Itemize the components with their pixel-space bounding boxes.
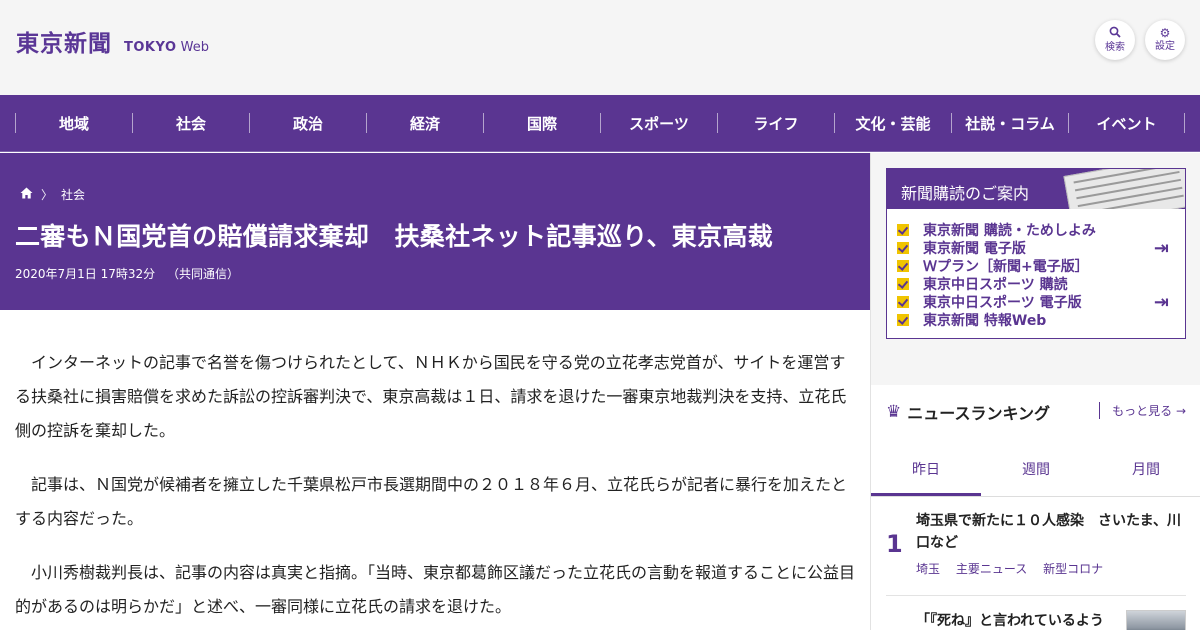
article-title: 二審もＮ国党首の賠償請求棄却 扶桑社ネット記事巡り、東京高裁	[15, 222, 774, 251]
rank-number: 1	[886, 530, 903, 558]
more-link[interactable]: もっと見る →	[1099, 402, 1186, 419]
tag-link[interactable]: 埼玉	[916, 562, 940, 576]
article-header: 〉 社会 二審もＮ国党首の賠償請求棄却 扶桑社ネット記事巡り、東京高裁 2020…	[0, 153, 870, 310]
breadcrumb: 〉 社会	[20, 186, 85, 203]
ranking-header: ♛ ニュースランキング	[886, 400, 1050, 424]
home-icon[interactable]	[20, 187, 33, 202]
subscription-header[interactable]: 新聞購読のご案内	[887, 169, 1185, 209]
nav-item-economy[interactable]: 経済	[366, 113, 483, 133]
breadcrumb-category[interactable]: 社会	[61, 186, 85, 203]
site-logo[interactable]: 東京新聞 TOKYO Web	[16, 24, 209, 58]
article-paragraph: 記事は、Ｎ国党が候補者を擁立した千葉県松戸市長選期間中の２０１８年６月、立花氏ら…	[15, 475, 848, 528]
nav-item-region[interactable]: 地域	[15, 113, 132, 133]
category-nav: 地域 社会 政治 経済 国際 スポーツ ライフ 文化・芸能 社説・コラム イベン…	[0, 95, 1200, 152]
login-icon[interactable]: ⇥	[1154, 238, 1169, 259]
nav-item-politics[interactable]: 政治	[249, 113, 366, 133]
subscription-box: 新聞購読のご案内 東京新聞 購読・ためしよみ 東京新聞 電子版 ⇥ Ｗプラン［新聞…	[886, 168, 1186, 339]
tag-link[interactable]: 新型コロナ	[1043, 562, 1103, 576]
gear-icon: ⚙	[1159, 26, 1171, 40]
arrow-right-icon: →	[1175, 404, 1186, 418]
nav-item-international[interactable]: 国際	[483, 113, 600, 133]
checkbox-icon	[897, 296, 909, 308]
site-header: 東京新聞 TOKYO Web 検索 ⚙ 設定	[0, 0, 1200, 95]
crown-icon: ♛	[886, 402, 902, 422]
article-date: 2020年7月1日 17時32分	[15, 267, 156, 281]
subscription-list: 東京新聞 購読・ためしよみ 東京新聞 電子版 ⇥ Ｗプラン［新聞+電子版］ 東京中…	[887, 209, 1185, 329]
settings-label: 設定	[1155, 41, 1175, 52]
chevron-right-icon: 〉	[41, 188, 54, 202]
logo-english: TOKYO Web	[124, 40, 209, 55]
nav-item-life[interactable]: ライフ	[717, 113, 834, 133]
login-icon[interactable]: ⇥	[1154, 292, 1169, 313]
nav-item-editorial[interactable]: 社説・コラム	[951, 113, 1068, 133]
checkbox-icon	[897, 278, 909, 290]
ranking-tabs: 昨日 週間 月間	[871, 445, 1200, 497]
search-label: 検索	[1105, 42, 1125, 53]
subscription-item[interactable]: 東京新聞 電子版 ⇥	[897, 238, 1185, 259]
settings-button[interactable]: ⚙ 設定	[1145, 20, 1185, 60]
search-icon	[1109, 26, 1121, 40]
nav-item-culture[interactable]: 文化・芸能	[834, 113, 951, 133]
news-ranking: ♛ ニュースランキング もっと見る → 昨日 週間 月間 1 埼玉県で新たに１０…	[871, 385, 1200, 630]
newspaper-image	[1063, 169, 1185, 209]
ranking-item-title[interactable]: 埼玉県で新たに１０人感染 さいたま、川口など	[916, 510, 1186, 554]
article-source: （共同通信）	[167, 267, 240, 281]
subscription-item[interactable]: 東京中日スポーツ 電子版 ⇥	[897, 292, 1185, 313]
article-paragraph: インターネットの記事で名誉を傷つけられたとして、ＮＨＫから国民を守る党の立花孝志…	[15, 353, 847, 440]
article-meta: 2020年7月1日 17時32分 （共同通信）	[15, 265, 239, 282]
ranking-tags: 埼玉 主要ニュース 新型コロナ	[916, 560, 1115, 577]
checkbox-icon	[897, 242, 909, 254]
article-body: インターネットの記事で名誉を傷つけられたとして、ＮＨＫから国民を守る党の立花孝志…	[15, 346, 855, 630]
nav-item-events[interactable]: イベント	[1068, 113, 1185, 133]
subscription-item[interactable]: 東京新聞 購読・ためしよみ	[897, 221, 1185, 239]
checkbox-icon	[897, 260, 909, 272]
tab-monthly[interactable]: 月間	[1091, 445, 1200, 496]
sidebar: 新聞購読のご案内 東京新聞 購読・ためしよみ 東京新聞 電子版 ⇥ Ｗプラン［新聞…	[870, 153, 1200, 630]
checkbox-icon	[897, 224, 909, 236]
subscription-item[interactable]: 東京新聞 特報Web	[897, 311, 1185, 329]
subscription-item[interactable]: 東京中日スポーツ 購読	[897, 275, 1185, 293]
ranking-heading: ニュースランキング	[907, 404, 1050, 423]
nav-item-society[interactable]: 社会	[132, 113, 249, 133]
checkbox-icon	[897, 314, 909, 326]
tab-weekly[interactable]: 週間	[981, 445, 1091, 496]
article-paragraph: 小川秀樹裁判長は、記事の内容は真実と指摘。「当時、東京都葛飾区議だった立花氏の言…	[15, 563, 856, 616]
search-button[interactable]: 検索	[1095, 20, 1135, 60]
subscription-heading: 新聞購読のご案内	[901, 184, 1030, 203]
ranking-item-title[interactable]: 「『死ね』と言われているよう	[916, 610, 1104, 630]
tag-link[interactable]: 主要ニュース	[956, 562, 1027, 576]
ranking-item[interactable]: 「『死ね』と言われているよう	[886, 595, 1186, 630]
nav-item-sports[interactable]: スポーツ	[600, 113, 717, 133]
ranking-thumbnail[interactable]	[1126, 610, 1186, 630]
logo-japanese: 東京新聞	[16, 30, 112, 57]
subscription-item[interactable]: Ｗプラン［新聞+電子版］	[897, 257, 1185, 275]
tab-yesterday[interactable]: 昨日	[871, 445, 981, 496]
